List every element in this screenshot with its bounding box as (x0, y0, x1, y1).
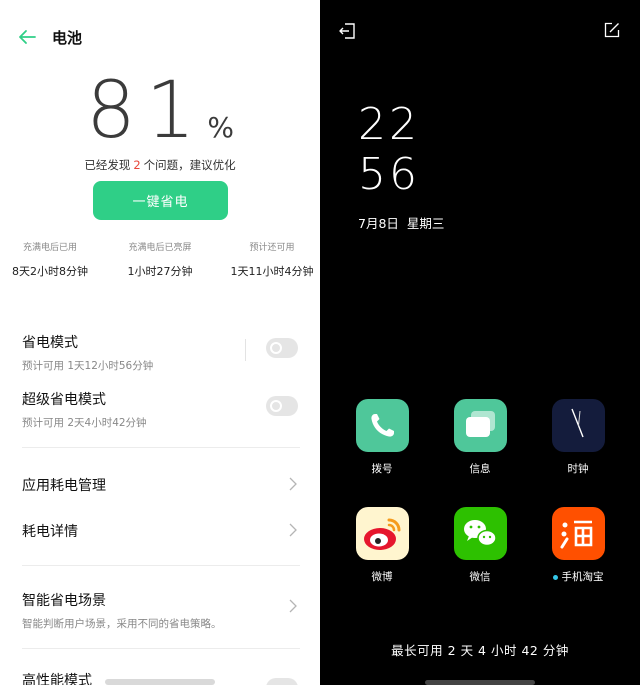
clock-hour: 22 (358, 99, 420, 150)
setting-title: 超级省电模式 (22, 392, 106, 408)
clock-minute: 56 (358, 149, 420, 200)
date-display: 7月8日 星期三 (358, 213, 452, 232)
app-label: 信息 (469, 463, 491, 475)
messages-icon (453, 399, 507, 452)
edit-icon[interactable] (604, 22, 620, 38)
wechat-icon (453, 507, 507, 560)
chevron-right-icon (289, 523, 297, 537)
app-label: 时钟 (567, 463, 589, 475)
setting-subtitle: 智能判断用户场景，采用不同的省电策略。 (22, 618, 222, 630)
divider (245, 339, 246, 361)
setting-super-power-saving[interactable]: 超级省电模式 预计可用 2天4小时42分钟 (22, 389, 300, 430)
home-indicator[interactable] (425, 680, 535, 685)
super-power-saving-launcher: 22 56 7月8日 星期三 拨号 信息 时钟 微博 微信 手机淘宝 最长可用 … (320, 0, 640, 685)
exit-icon[interactable] (338, 22, 356, 40)
toggle-knob (270, 342, 282, 354)
stat-label: 充满电后已用 (22, 243, 77, 253)
divider (22, 565, 300, 566)
setting-subtitle: 预计可用 2天4小时42分钟 (22, 417, 147, 429)
stat-used-since-charge: 充满电后已用 8天2小时8分钟 (8, 240, 92, 279)
issues-summary: 已经发现 2 个问题，建议优化 (0, 157, 320, 173)
back-arrow-icon[interactable] (16, 26, 38, 48)
date-text: 7月8日 (358, 216, 399, 231)
stat-value: 1天11小时4分钟 (230, 265, 314, 278)
chevron-right-icon (289, 599, 297, 613)
stat-value: 8天2小时8分钟 (12, 265, 88, 278)
divider (22, 447, 300, 448)
setting-subtitle: 预计可用 1天12小时56分钟 (22, 360, 154, 372)
battery-percent-value: 81 (86, 66, 206, 156)
setting-title: 省电模式 (22, 335, 78, 351)
app-wechat[interactable]: 微信 (450, 507, 510, 584)
toggle-knob (270, 400, 282, 412)
app-label: 拨号 (371, 463, 393, 475)
phone-icon (355, 399, 409, 452)
issues-count: 2 (133, 158, 141, 172)
chevron-right-icon (289, 477, 297, 491)
app-dialer[interactable]: 拨号 (352, 399, 412, 476)
battery-percentage: 81% (0, 66, 320, 156)
clock-display: 22 56 (358, 100, 420, 200)
stat-estimated-remaining: 预计还可用 1天11小时4分钟 (228, 240, 316, 279)
one-click-save-button[interactable]: 一键省电 (93, 181, 228, 220)
setting-power-usage-details[interactable]: 耗电详情 (22, 521, 300, 541)
app-weibo[interactable]: 微博 (352, 507, 412, 584)
stat-screen-on-since-charge: 充满电后已亮屏 1小时27分钟 (118, 240, 202, 279)
app-label: 微博 (371, 571, 393, 583)
scroll-indicator (105, 679, 215, 685)
high-performance-toggle[interactable] (266, 678, 298, 685)
app-taobao[interactable]: 手机淘宝 (548, 507, 608, 584)
setting-title: 应用耗电管理 (22, 478, 106, 494)
app-label: 微信 (469, 571, 491, 583)
stat-value: 1小时27分钟 (127, 265, 193, 278)
app-label-text: 手机淘宝 (561, 571, 604, 583)
app-clock[interactable]: 时钟 (548, 399, 608, 476)
app-messages[interactable]: 信息 (450, 399, 510, 476)
page-title: 电池 (52, 29, 83, 47)
setting-title: 智能省电场景 (22, 593, 106, 609)
setting-smart-power-scenes[interactable]: 智能省电场景 智能判断用户场景，采用不同的省电策略。 (22, 590, 300, 631)
percent-symbol: % (207, 111, 234, 144)
issues-suffix: 个问题，建议优化 (143, 158, 236, 172)
clock-icon (551, 399, 605, 452)
battery-stats: 充满电后已用 8天2小时8分钟 充满电后已亮屏 1小时27分钟 预计还可用 1天… (0, 240, 320, 280)
stat-label: 充满电后已亮屏 (128, 243, 192, 253)
battery-settings-panel: 电池 81% 已经发现 2 个问题，建议优化 一键省电 充满电后已用 8天2小时8分… (0, 0, 320, 685)
weibo-icon (355, 507, 409, 560)
app-label: 手机淘宝 (548, 569, 608, 584)
setting-power-saving-mode[interactable]: 省电模式 预计可用 1天12小时56分钟 (22, 332, 300, 373)
battery-remaining-text: 最长可用 2 天 4 小时 42 分钟 (391, 643, 569, 658)
taobao-icon (551, 507, 605, 560)
super-power-saving-toggle[interactable] (266, 396, 298, 416)
power-saving-toggle[interactable] (266, 338, 298, 358)
setting-title: 耗电详情 (22, 524, 78, 540)
divider (22, 648, 300, 649)
setting-app-power-management[interactable]: 应用耗电管理 (22, 475, 300, 495)
weekday-text: 星期三 (406, 216, 445, 231)
issues-prefix: 已经发现 (84, 158, 131, 172)
new-install-dot (552, 574, 558, 580)
stat-label: 预计还可用 (249, 243, 295, 253)
